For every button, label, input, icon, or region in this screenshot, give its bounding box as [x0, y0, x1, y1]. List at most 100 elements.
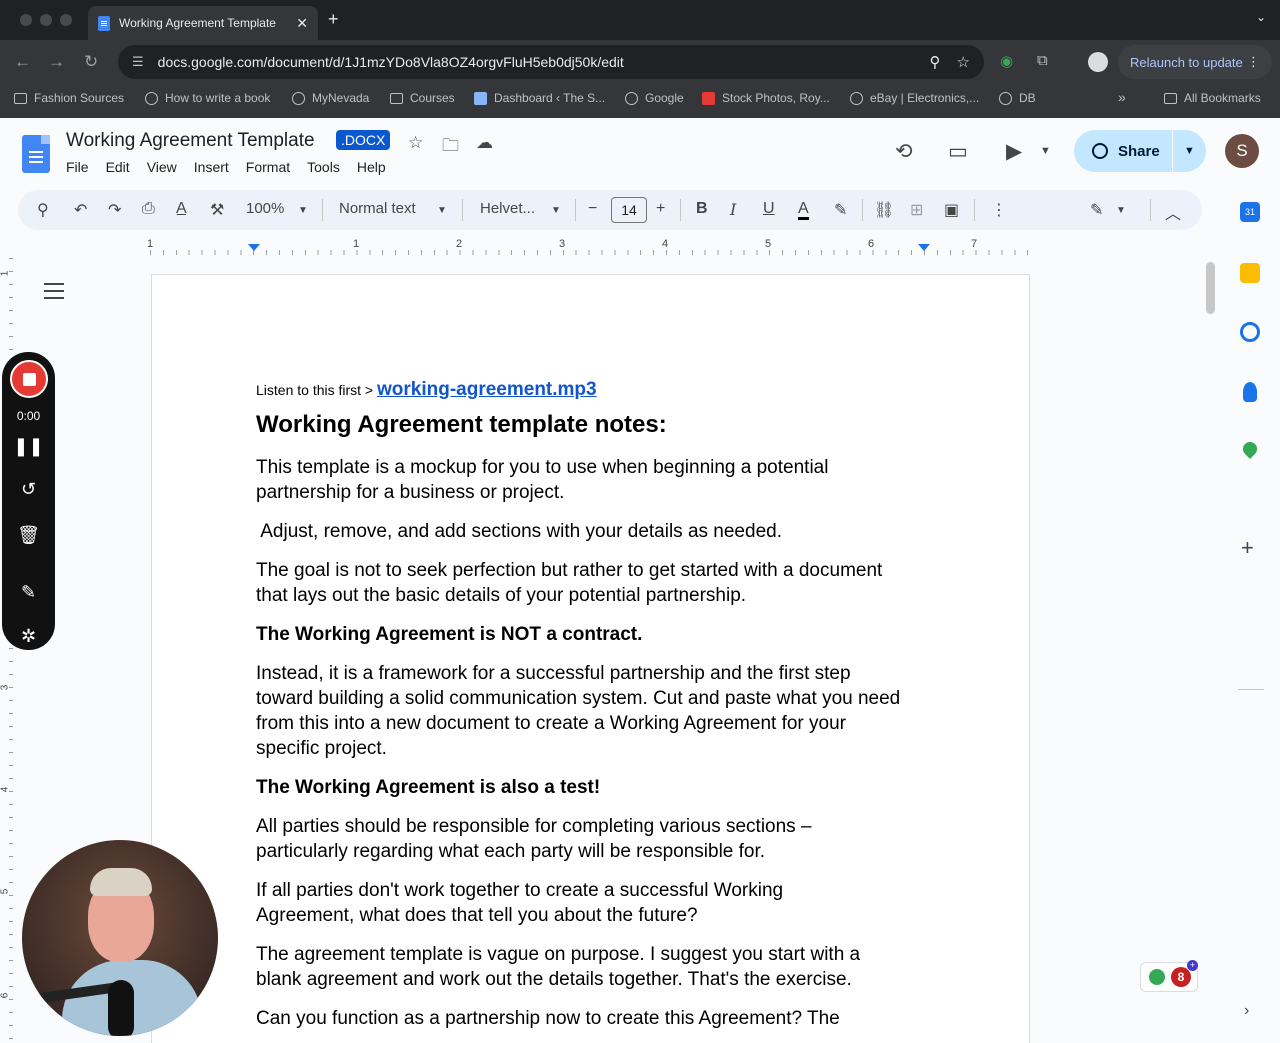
document-title[interactable]: Working Agreement Template: [66, 130, 315, 152]
calendar-icon[interactable]: 31: [1240, 202, 1260, 222]
bold-icon[interactable]: B: [696, 200, 708, 218]
bookmark-item[interactable]: Google: [625, 91, 684, 105]
keep-icon[interactable]: [1240, 263, 1260, 283]
all-bookmarks-button[interactable]: All Bookmarks: [1164, 91, 1261, 105]
font-chevron-down-icon[interactable]: ▼: [551, 205, 561, 216]
menu-help[interactable]: Help: [357, 159, 386, 175]
new-tab-button[interactable]: +: [328, 9, 339, 30]
bookmark-item[interactable]: Courses: [390, 91, 455, 105]
extension-status-widget[interactable]: 8 +: [1140, 960, 1198, 992]
insert-link-icon[interactable]: ⛓: [874, 200, 894, 220]
tab-close-icon[interactable]: ✕: [296, 15, 308, 32]
meet-chevron-down-icon[interactable]: ▼: [1040, 145, 1051, 157]
editing-mode-chevron-down-icon[interactable]: ▼: [1116, 205, 1126, 216]
font-size-input[interactable]: 14: [611, 197, 647, 223]
search-menus-icon[interactable]: ⚲: [37, 200, 49, 220]
bookmark-item[interactable]: MyNevada: [292, 91, 369, 105]
italic-icon[interactable]: I: [730, 200, 736, 219]
share-button[interactable]: Share ▼: [1074, 130, 1206, 172]
spellcheck-icon[interactable]: A̲: [176, 200, 187, 218]
meet-camera-icon[interactable]: ▶: [1006, 139, 1022, 164]
kebab-menu-icon[interactable]: ⋮: [1247, 54, 1260, 70]
font-select[interactable]: Helvet...: [480, 200, 535, 217]
bookmark-star-icon[interactable]: ☆: [957, 53, 970, 71]
document-scrollbar[interactable]: [1206, 262, 1215, 314]
browser-tab[interactable]: Working Agreement Template ✕: [88, 6, 318, 40]
relaunch-button[interactable]: Relaunch to update ⋮: [1118, 45, 1272, 79]
tab-search-chevron-icon[interactable]: ⌄: [1256, 10, 1266, 24]
bookmark-item[interactable]: Stock Photos, Roy...: [702, 91, 830, 105]
cloud-status-icon[interactable]: ☁: [476, 133, 493, 153]
paragraph-style-select[interactable]: Normal text: [339, 200, 416, 217]
site-info-icon[interactable]: ☰: [132, 54, 144, 70]
pause-icon[interactable]: ❚❚: [2, 436, 55, 457]
docs-home-logo-icon[interactable]: [22, 135, 50, 173]
zoom-select[interactable]: 100%: [246, 200, 284, 217]
menu-insert[interactable]: Insert: [194, 159, 229, 175]
menu-format[interactable]: Format: [246, 159, 290, 175]
hide-menus-chevron-up-icon[interactable]: ︿: [1165, 200, 1181, 224]
back-arrow-icon[interactable]: ←: [14, 52, 31, 72]
trash-icon[interactable]: 🗑: [2, 525, 55, 546]
window-minimize-button[interactable]: [40, 14, 52, 26]
horizontal-ruler[interactable]: 1 1 2 3 4 5 6 7: [147, 238, 1030, 256]
window-close-button[interactable]: [20, 14, 32, 26]
reload-icon[interactable]: ↻: [84, 52, 98, 72]
bookmark-item[interactable]: How to write a book: [145, 91, 270, 105]
menu-view[interactable]: View: [147, 159, 177, 175]
add-comment-icon[interactable]: ⊞: [910, 200, 923, 220]
browser-profile-avatar[interactable]: [1088, 52, 1108, 72]
star-icon[interactable]: ☆: [408, 133, 423, 153]
move-folder-icon[interactable]: 🗀: [442, 133, 459, 162]
menu-tools[interactable]: Tools: [307, 159, 340, 175]
decrease-font-size-icon[interactable]: −: [588, 200, 597, 218]
window-zoom-button[interactable]: [60, 14, 72, 26]
insert-image-icon[interactable]: ▣: [944, 200, 959, 220]
bookmark-item[interactable]: DB: [999, 91, 1036, 105]
audio-file-link[interactable]: working-agreement.mp3: [377, 379, 597, 400]
address-bar[interactable]: ☰ docs.google.com/document/d/1J1mzYDo8Vl…: [118, 45, 984, 79]
user-avatar[interactable]: S: [1225, 134, 1259, 168]
bookmark-item[interactable]: eBay | Electronics,...: [850, 91, 979, 105]
document-page[interactable]: Listen to this first > working-agreement…: [151, 274, 1030, 1043]
tasks-icon[interactable]: [1240, 322, 1260, 342]
document-body[interactable]: Listen to this first > working-agreement…: [256, 379, 916, 1043]
underline-icon[interactable]: U: [763, 200, 775, 218]
highlight-pen-icon[interactable]: ✎: [834, 200, 847, 220]
maps-pin-icon[interactable]: [1240, 439, 1260, 459]
extensions-puzzle-icon[interactable]: ⧉: [1037, 52, 1048, 69]
forward-arrow-icon[interactable]: →: [48, 52, 65, 72]
right-indent-marker[interactable]: [918, 244, 930, 251]
expand-panel-chevron-icon[interactable]: ›: [1244, 1002, 1249, 1020]
print-icon[interactable]: ⎙: [142, 200, 155, 218]
zoom-chevron-down-icon[interactable]: ▼: [298, 205, 308, 216]
undo-icon[interactable]: ↶: [74, 200, 87, 220]
restart-icon[interactable]: ↺: [2, 479, 55, 500]
menu-edit[interactable]: Edit: [106, 159, 130, 175]
more-options-icon[interactable]: ⋮: [991, 200, 1007, 220]
redo-icon[interactable]: ↷: [108, 200, 121, 220]
increase-font-size-icon[interactable]: +: [656, 200, 665, 218]
style-chevron-down-icon[interactable]: ▼: [437, 205, 447, 216]
get-addons-plus-icon[interactable]: +: [1241, 535, 1254, 561]
paint-format-icon[interactable]: ⚒: [210, 200, 224, 220]
bookmarks-overflow-button[interactable]: »: [1118, 89, 1126, 105]
comments-icon[interactable]: ▭: [948, 139, 968, 164]
menu-file[interactable]: File: [66, 159, 89, 175]
document-outline-icon[interactable]: [44, 283, 64, 299]
stop-recording-button[interactable]: [10, 360, 48, 398]
bookmark-item[interactable]: Fashion Sources: [14, 91, 124, 105]
webcam-bubble[interactable]: [22, 840, 218, 1036]
editing-mode-pencil-icon[interactable]: ✎: [1090, 200, 1103, 220]
bookmark-item[interactable]: Dashboard ‹ The S...: [474, 91, 605, 105]
text-color-icon[interactable]: A: [798, 200, 809, 220]
contacts-icon[interactable]: [1243, 382, 1257, 402]
left-indent-marker[interactable]: [248, 244, 260, 251]
version-history-icon[interactable]: ⟲: [895, 139, 913, 164]
grammarly-extension-icon[interactable]: ◉: [1000, 52, 1013, 70]
draw-pen-icon[interactable]: ✎: [2, 582, 55, 603]
share-options-chevron-icon[interactable]: ▼: [1172, 130, 1206, 172]
zoom-magnifier-icon[interactable]: ⚲: [930, 53, 941, 71]
effects-wand-icon[interactable]: ✲: [2, 626, 55, 647]
url-text[interactable]: docs.google.com/document/d/1J1mzYDo8Vla8…: [158, 54, 914, 70]
